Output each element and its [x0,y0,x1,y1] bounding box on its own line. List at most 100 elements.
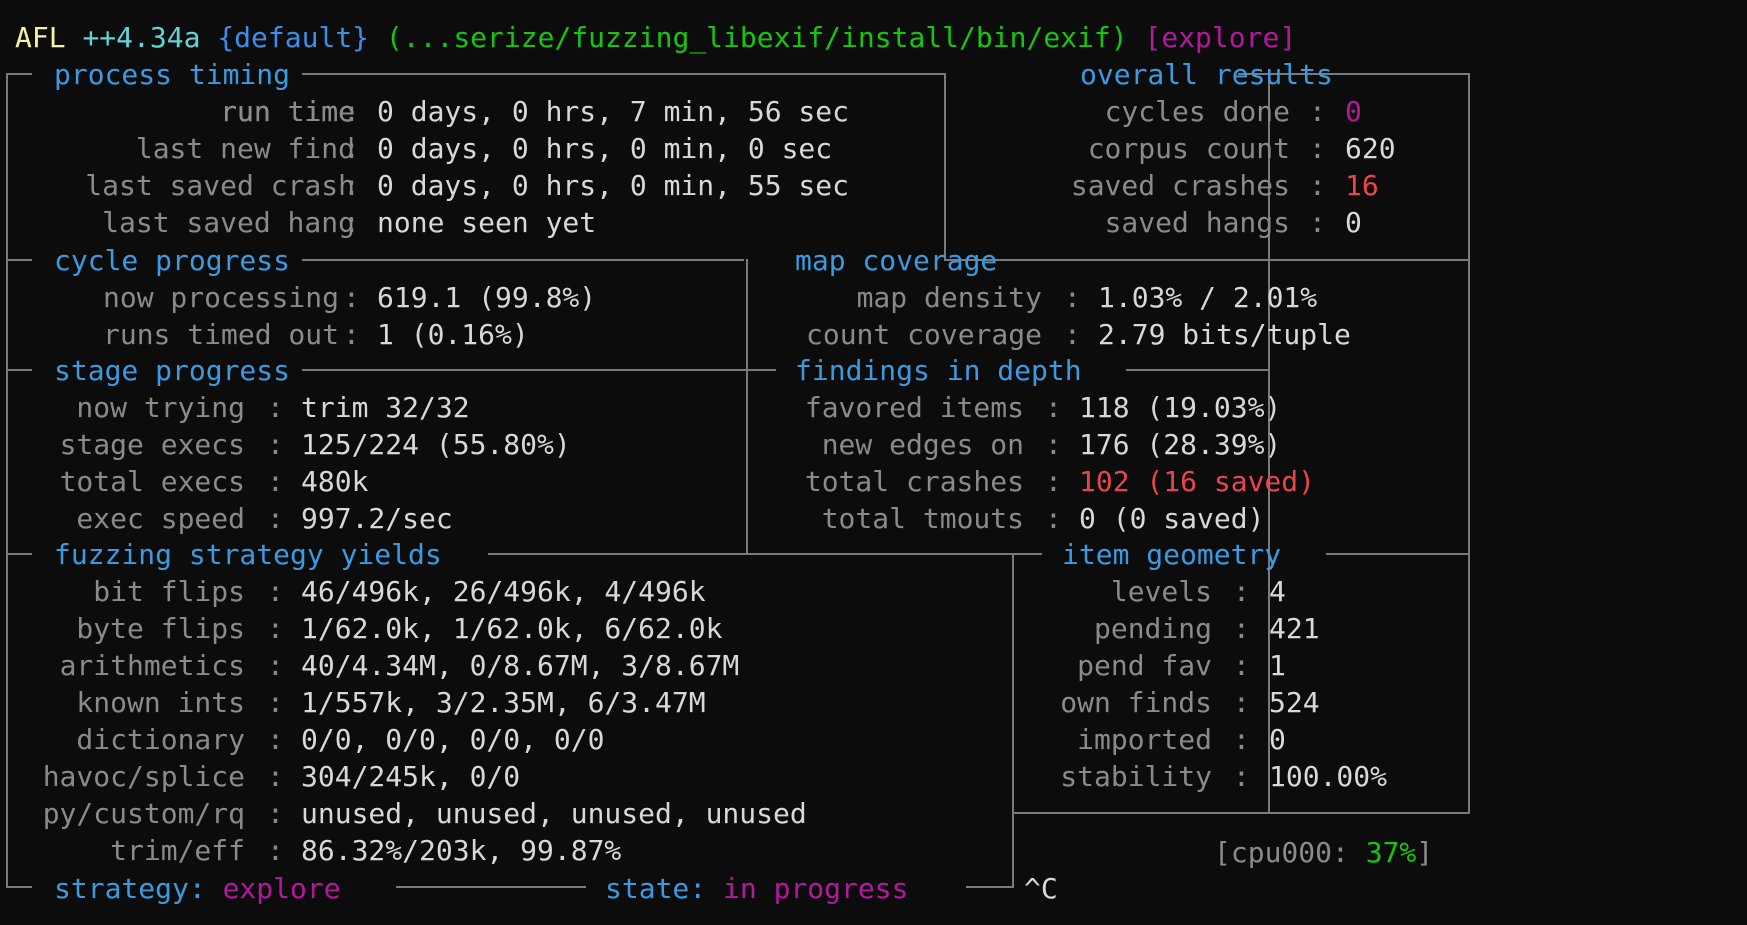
havoc-label: havoc/splice [42,760,245,793]
sep: : [1064,318,1081,351]
pend-fav-label: pend fav [1077,649,1212,682]
sep: : [267,502,284,535]
sep: : [1045,428,1062,461]
map-density-label: map density [856,281,1042,314]
border-line [6,73,8,888]
total-tmouts-label: total tmouts [821,502,1024,535]
cpu-value: 37% [1365,836,1417,869]
sep: : [1064,281,1081,314]
total-tmouts-value: 0 (0 saved) [1079,502,1265,535]
sep: : [267,428,284,461]
exec-speed-label: exec speed [76,502,245,535]
sep: : [267,834,284,867]
stability-value: 100.00% [1269,760,1388,793]
total-crashes-label: total crashes [804,465,1024,498]
cycles-done-value: 0 [1345,95,1362,128]
trim-value: 86.32%/203k, 99.87% [301,834,622,867]
item-geometry-title: item geometry [1062,538,1282,571]
border-line [1468,553,1470,814]
border-line [6,259,32,261]
total-execs-value: 480k [301,465,369,498]
corpus-count-value: 620 [1345,132,1396,165]
sep: : [267,465,284,498]
border-line [6,73,32,75]
sep: : [1309,206,1326,239]
new-edges-on-value: 176 (28.39%) [1079,428,1282,461]
count-coverage-value: 2.79 bits/tuple [1098,318,1351,351]
sep: : [343,169,360,202]
cycle-progress-title: cycle progress [54,244,291,277]
sep: : [1309,95,1326,128]
sep: : [1045,391,1062,424]
corpus-count-label: corpus count [1087,132,1290,165]
now-trying-label: now trying [76,391,245,424]
sep: : [267,612,284,645]
border-line [1012,812,1470,814]
now-processing-label: now processing [102,281,339,314]
border-line [1468,73,1470,555]
sep: : [267,797,284,830]
dictionary-value: 0/0, 0/0, 0/0, 0/0 [301,723,605,756]
trim-label: trim/eff [110,834,245,867]
cpu-label: [cpu000: [1214,836,1349,869]
cycles-done-label: cycles done [1104,95,1290,128]
byte-flips-value: 1/62.0k, 1/62.0k, 6/62.0k [301,612,723,645]
sep: : [1045,465,1062,498]
runs-timed-out-value: 1 (0.16%) [377,318,529,351]
saved-hangs-value: 0 [1345,206,1362,239]
sep: : [343,281,360,314]
new-edges-on-label: new edges on [821,428,1024,461]
state-status: state: in progress [605,870,908,907]
strategy-label: strategy: [54,872,206,905]
last-saved-crash-value: 0 days, 0 hrs, 0 min, 55 sec [377,169,850,202]
strategy-value: explore [222,872,341,905]
process-timing-title: process timing [54,58,291,91]
last-saved-crash-label: last saved crash [85,169,355,202]
map-density-value: 1.03% / 2.01% [1098,281,1318,314]
run-time-label-text: run time [220,95,355,128]
arithmetics-label: arithmetics [59,649,245,682]
bit-flips-label: bit flips [93,575,245,608]
sep: : [1309,169,1326,202]
sep: : [1233,760,1250,793]
findings-in-depth-title: findings in depth [795,354,1082,387]
sep: : [343,206,360,239]
sep: : [267,649,284,682]
total-crashes-value: 102 (16 saved) [1079,465,1316,498]
arithmetics-value: 40/4.34M, 0/8.67M, 3/8.67M [301,649,740,682]
known-ints-label: known ints [76,686,245,719]
strategy-status: strategy: explore [54,870,341,907]
sep: : [267,686,284,719]
border-line [944,259,1470,261]
bit-flips-value: 46/496k, 26/496k, 4/496k [301,575,706,608]
byte-flips-label: byte flips [76,612,245,645]
runs-timed-out-label: runs timed out [102,318,339,351]
afl-label: AFL [15,21,66,54]
last-saved-hang-value: none seen yet [377,206,597,239]
border-line [944,73,946,259]
sep: : [1233,649,1250,682]
last-saved-hang-label: last saved hang [102,206,355,239]
levels-value: 4 [1269,575,1286,608]
border-line [302,369,776,371]
sep: : [1045,502,1062,535]
levels-label: levels [1110,575,1212,608]
border-line [1326,553,1470,555]
py-value: unused, unused, unused, unused [301,797,807,830]
stage-execs-label: stage execs [59,428,245,461]
sep: : [1233,575,1250,608]
border-line [746,259,748,553]
total-execs-label: total execs [59,465,245,498]
border-line [488,553,1042,555]
border-line [1126,369,1270,371]
py-label: py/custom/rq [42,797,245,830]
exec-speed-value: 997.2/sec [301,502,453,535]
imported-value: 0 [1269,723,1286,756]
map-coverage-title: map coverage [795,244,998,277]
border-line [6,886,32,888]
border-line [966,886,1014,888]
state-value: in progress [723,872,909,905]
pending-label: pending [1093,612,1212,645]
sep: : [343,132,360,165]
imported-label: imported [1077,723,1212,756]
